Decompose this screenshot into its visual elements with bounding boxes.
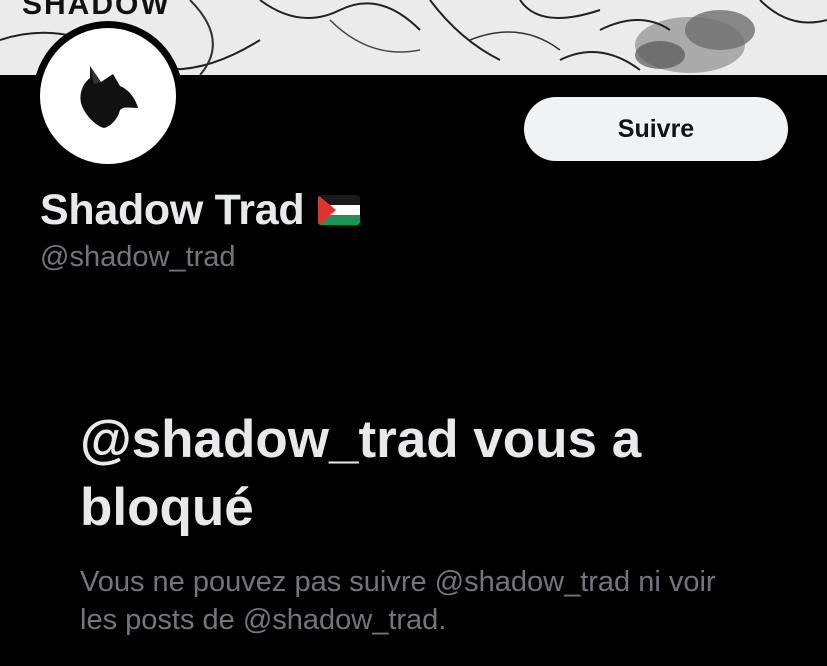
profile-handle: @shadow_trad bbox=[40, 241, 236, 273]
profile-name-row: Shadow Trad bbox=[40, 184, 361, 236]
avatar[interactable] bbox=[33, 21, 183, 171]
avatar-image bbox=[40, 28, 176, 164]
follow-button[interactable]: Suivre bbox=[524, 97, 788, 161]
blocked-description: Vous ne pouvez pas suivre @shadow_trad n… bbox=[80, 566, 716, 636]
blocked-title: @shadow_trad vous a bloqué bbox=[80, 410, 642, 537]
banner-logo-text: SHADOW bbox=[22, 0, 171, 21]
wolf-head-icon bbox=[80, 66, 138, 128]
palestine-flag-icon bbox=[318, 195, 361, 225]
display-name: Shadow Trad bbox=[40, 185, 305, 234]
